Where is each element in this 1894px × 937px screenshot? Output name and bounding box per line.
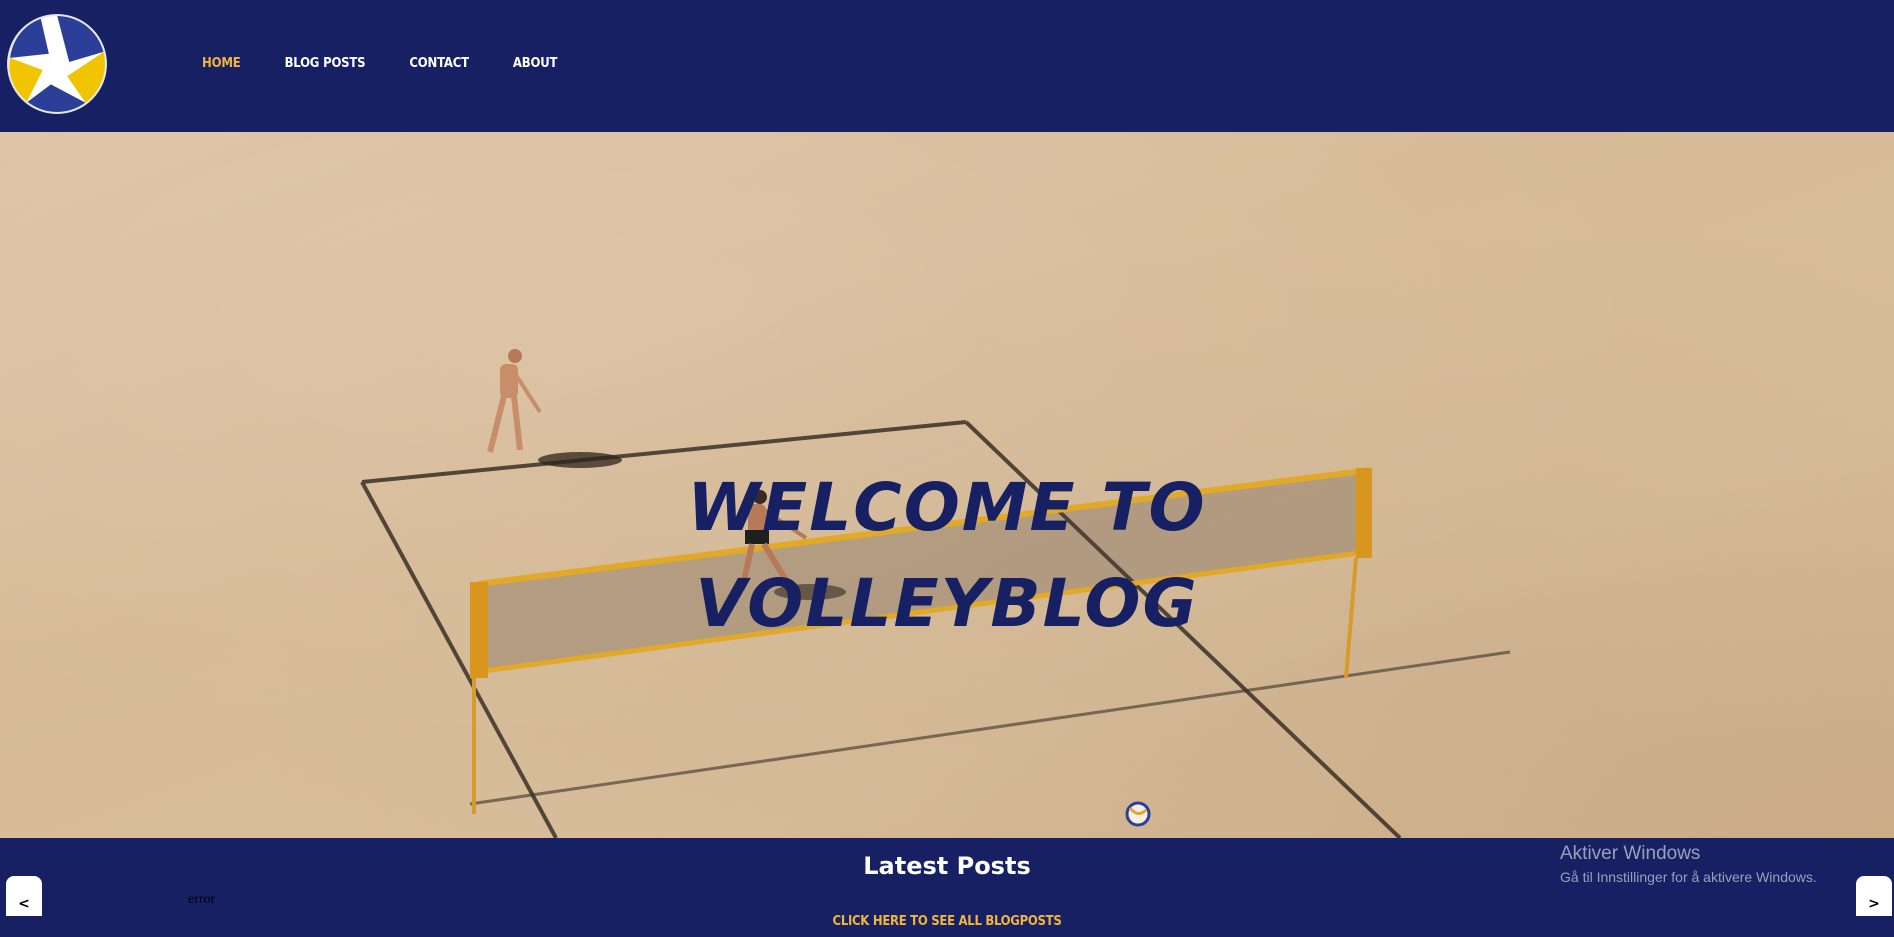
- site-header: HOME BLOG POSTS CONTACT ABOUT: [0, 0, 1894, 132]
- carousel-next-button[interactable]: >: [1856, 876, 1892, 916]
- nav-blog-posts[interactable]: BLOG POSTS: [285, 56, 366, 71]
- all-blogposts-link[interactable]: CLICK HERE TO SEE ALL BLOGPOSTS: [833, 914, 1062, 929]
- hero-title-line2: VOLLEYBLOG: [695, 565, 1199, 642]
- error-message: error: [188, 892, 216, 907]
- all-posts-row: CLICK HERE TO SEE ALL BLOGPOSTS: [0, 914, 1894, 929]
- hero-title-line1: WELCOME TO: [687, 469, 1207, 546]
- volleyball-icon[interactable]: [6, 13, 108, 115]
- watermark-subtitle: Gå til Innstillinger for å aktivere Wind…: [1560, 869, 1817, 885]
- nav-about[interactable]: ABOUT: [513, 56, 558, 71]
- main-nav: HOME BLOG POSTS CONTACT ABOUT: [202, 56, 601, 71]
- hero-title: WELCOME TO VOLLEYBLOG: [0, 460, 1894, 652]
- hero-banner: WELCOME TO VOLLEYBLOG: [0, 132, 1894, 838]
- carousel-prev-button[interactable]: <: [6, 876, 42, 916]
- watermark-title: Aktiver Windows: [1560, 843, 1701, 864]
- windows-activation-watermark: Aktiver Windows Gå til Innstillinger for…: [1560, 843, 1817, 885]
- nav-contact[interactable]: CONTACT: [409, 56, 469, 71]
- nav-home[interactable]: HOME: [202, 56, 241, 71]
